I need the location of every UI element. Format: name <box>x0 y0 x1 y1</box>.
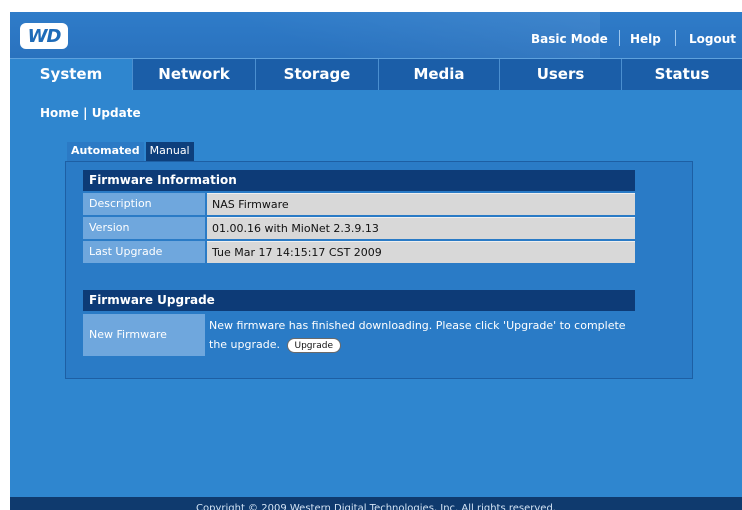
upgrade-row: New Firmware New firmware has finished d… <box>83 314 635 356</box>
top-header: WD Basic Mode Help Logout <box>10 12 742 58</box>
row-label: Version <box>83 217 205 239</box>
row-value: NAS Firmware <box>207 193 635 215</box>
header-sheen <box>80 12 600 58</box>
upgrade-message: New firmware has finished downloading. P… <box>209 316 629 354</box>
new-firmware-label: New Firmware <box>83 314 205 356</box>
app-window: WD Basic Mode Help Logout System Network… <box>10 12 742 510</box>
firmware-info-heading: Firmware Information <box>83 170 635 191</box>
info-row-description: Description NAS Firmware <box>83 193 635 215</box>
logout-link[interactable]: Logout <box>689 32 736 46</box>
footer: Copyright © 2009 Western Digital Technol… <box>10 497 742 510</box>
tab-media[interactable]: Media <box>379 59 500 90</box>
subtab-manual[interactable]: Manual <box>145 142 194 161</box>
tab-network[interactable]: Network <box>133 59 256 90</box>
row-value: 01.00.16 with MioNet 2.3.9.13 <box>207 217 635 239</box>
upgrade-message-text: New firmware has finished downloading. P… <box>209 319 626 351</box>
update-subtabs: Automated Manual <box>67 142 194 161</box>
upgrade-button[interactable]: Upgrade <box>286 337 341 353</box>
basic-mode-link[interactable]: Basic Mode <box>531 32 608 46</box>
row-label: Description <box>83 193 205 215</box>
subtab-automated[interactable]: Automated <box>67 142 144 161</box>
main-nav: System Network Storage Media Users Statu… <box>10 58 742 90</box>
breadcrumb-current: Update <box>91 106 141 120</box>
help-link[interactable]: Help <box>630 32 661 46</box>
wd-logo: WD <box>20 23 68 49</box>
row-value: Tue Mar 17 14:15:17 CST 2009 <box>207 241 635 263</box>
breadcrumb: Home | Update <box>40 106 141 120</box>
tab-users[interactable]: Users <box>500 59 622 90</box>
header-divider <box>619 30 620 46</box>
firmware-panel: Firmware Information Description NAS Fir… <box>65 161 693 379</box>
info-row-version: Version 01.00.16 with MioNet 2.3.9.13 <box>83 217 635 239</box>
tab-status[interactable]: Status <box>622 59 742 90</box>
tab-system[interactable]: System <box>10 59 133 90</box>
firmware-upgrade-heading: Firmware Upgrade <box>83 290 635 311</box>
info-row-last-upgrade: Last Upgrade Tue Mar 17 14:15:17 CST 200… <box>83 241 635 263</box>
header-divider <box>675 30 676 46</box>
row-label: Last Upgrade <box>83 241 205 263</box>
breadcrumb-home[interactable]: Home <box>40 106 79 120</box>
tab-storage[interactable]: Storage <box>256 59 379 90</box>
breadcrumb-separator: | <box>78 106 92 120</box>
